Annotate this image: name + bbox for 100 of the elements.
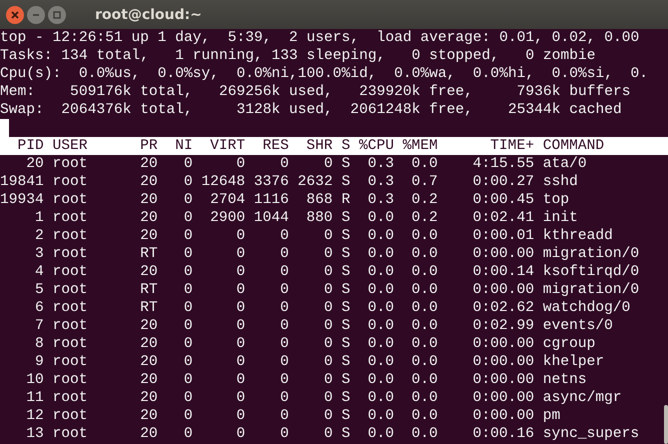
table-cell-text: S (340, 335, 350, 353)
table-cell-text: 0.0 (410, 155, 438, 173)
table-cell-text: 0.0 (366, 209, 394, 227)
table-cell-text: 0 (235, 371, 246, 389)
table-cell-text: S (340, 209, 350, 227)
table-cell-text: 0.0 (410, 407, 438, 425)
table-cell-text: 0.0 (410, 389, 438, 407)
table-cell-text: root (52, 173, 89, 191)
table-cell-text: root (52, 371, 89, 389)
table-cell-text: 0 (182, 389, 193, 407)
table-cell-text: 0 (182, 281, 193, 299)
column-header: S (340, 137, 350, 155)
table-cell-text: S (340, 371, 350, 389)
table-cell: khelper (542, 353, 604, 371)
table-cell-text: 20 (139, 353, 158, 371)
table-cell-text: 0 (182, 425, 193, 443)
table-cell: ata/0 (542, 155, 587, 173)
terminal-line: Swap: 2064376k total, 3128k used, 2061248k free, 25344k cached (0, 101, 622, 119)
table-cell-text: 0.0 (410, 371, 438, 389)
table-cell-text: 0.0 (366, 263, 394, 281)
table-cell-text: 0 (182, 245, 193, 263)
table-cell-text: 0.0 (410, 245, 438, 263)
table-cell-text: 0.0 (366, 407, 394, 425)
maximize-button[interactable] (48, 6, 66, 24)
minimize-button[interactable] (27, 6, 45, 24)
table-cell-text: 0 (235, 281, 246, 299)
table-cell-text: root (52, 353, 89, 371)
table-cell-text: 11 (25, 389, 44, 407)
table-cell-text: RT (139, 281, 158, 299)
table-cell-text: 20 (139, 173, 158, 191)
table-cell-text: root (52, 299, 89, 317)
table-cell-text: 0 (235, 389, 246, 407)
table-cell-text: 0 (235, 155, 246, 173)
close-button[interactable] (6, 6, 24, 24)
table-cell: async/mgr (542, 389, 622, 407)
column-header: %MEM (402, 137, 438, 155)
table-cell-text: root (52, 155, 89, 173)
table-cell-text: 0.0 (366, 227, 394, 245)
table-cell-text: 0 (279, 335, 289, 353)
table-cell-text: 0 (235, 245, 246, 263)
table-cell: migration/0 (542, 281, 640, 299)
table-cell: ksoftirqd/0 (542, 263, 640, 281)
table-cell-text: 0:02.41 (472, 209, 534, 227)
maximize-icon (52, 10, 62, 20)
table-cell-text: 0 (279, 407, 289, 425)
table-cell-text: S (340, 263, 350, 281)
column-header: TIME+ (489, 137, 534, 155)
table-cell-text: S (340, 425, 350, 443)
table-cell-text: 0 (322, 389, 333, 407)
table-cell-text: 0 (235, 407, 246, 425)
table-cell-text: 0.0 (410, 425, 438, 443)
table-cell-text: 0 (279, 263, 289, 281)
table-cell-text: 0 (279, 281, 289, 299)
table-cell-text: 20 (139, 155, 158, 173)
table-cell-text: 0 (322, 371, 333, 389)
scrollbar-thumb[interactable] (664, 405, 668, 444)
table-cell-text: S (340, 317, 350, 335)
table-cell-text: 0:00.00 (472, 353, 534, 371)
table-cell-text: S (340, 245, 350, 263)
window-title: root@cloud:~ (95, 6, 202, 22)
column-header: PR (139, 137, 158, 155)
table-cell-text: S (340, 155, 350, 173)
table-cell-text: 0:00.00 (472, 335, 534, 353)
table-cell-text: 2632 (296, 173, 333, 191)
table-cell-text: 0:00.00 (472, 371, 534, 389)
column-header: RES (262, 137, 289, 155)
table-cell-text: 0.0 (366, 389, 394, 407)
table-cell-text: S (340, 173, 350, 191)
terminal-line: Cpu(s): 0.0%us, 0.0%sy, 0.0%ni,100.0%id, 0.0%wa, 0.0%hi, 0.0%si, 0. (0, 65, 648, 83)
table-cell-text: 20 (139, 425, 158, 443)
table-cell-text: 0.0 (410, 281, 438, 299)
table-cell-text: root (52, 191, 89, 209)
table-cell-text: 13 (25, 425, 44, 443)
table-cell-text: 0 (279, 245, 289, 263)
table-cell-text: 0 (182, 209, 193, 227)
table-cell-text: 0.0 (366, 245, 394, 263)
table-cell-text: 0 (235, 353, 246, 371)
table-cell-text: 0 (322, 335, 333, 353)
table-cell-text: 0.0 (366, 281, 394, 299)
table-cell-text: 0.3 (366, 191, 394, 209)
table-cell-text: 868 (305, 191, 333, 209)
table-cell-text: 0 (182, 317, 193, 335)
table-cell-text: 20 (139, 191, 158, 209)
column-header: NI (174, 137, 193, 155)
table-cell-text: 0 (322, 227, 333, 245)
table-cell-text: 0 (279, 371, 289, 389)
table-cell-text: 0 (182, 227, 193, 245)
table-cell-text: 0.2 (410, 209, 438, 227)
table-cell-text: root (52, 335, 89, 353)
table-cell-text: 0.0 (366, 371, 394, 389)
column-header: %CPU (358, 137, 394, 155)
table-cell-text: 6 (34, 299, 44, 317)
table-cell-text: 0.0 (366, 299, 394, 317)
table-cell-text: 0 (322, 317, 333, 335)
table-cell: sync_supers (542, 425, 640, 443)
table-cell-text: 0 (182, 371, 193, 389)
table-cell: watchdog/0 (542, 299, 630, 317)
table-cell: pm (542, 407, 560, 425)
table-cell-text: S (340, 281, 350, 299)
table-cell: migration/0 (542, 245, 640, 263)
